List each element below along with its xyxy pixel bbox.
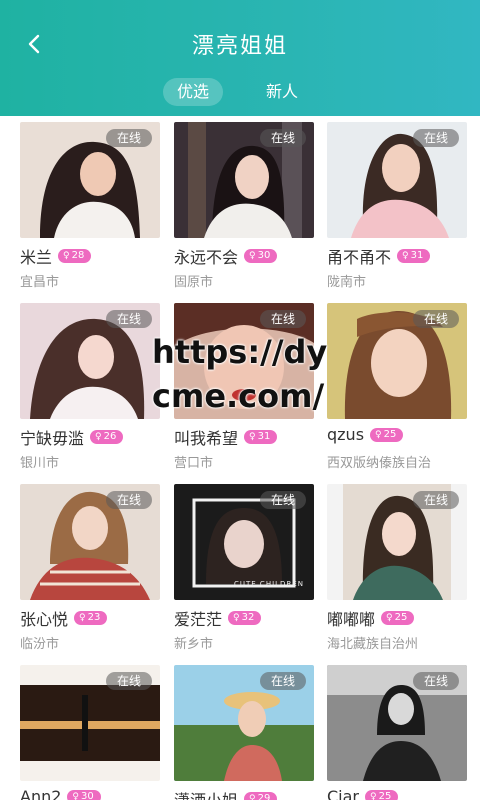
age-value: 25 (383, 428, 397, 440)
profile-city: 固原市 (174, 275, 214, 290)
gender-symbol-icon: ♀ (233, 613, 240, 623)
online-badge: 在线 (105, 310, 152, 328)
tab-bar: 优选 新人 (0, 78, 480, 108)
age-value: 32 (241, 612, 255, 623)
watermark-text: https://dycme.com/ (152, 333, 328, 415)
profile-card[interactable]: 在线 Ann2 ♀ 30 (20, 665, 166, 800)
age-badge: ♀ 25 (370, 427, 404, 442)
age-badge: ♀ 25 (365, 789, 399, 800)
profile-city: 营口市 (174, 456, 214, 471)
profile-grid: 在线 米兰 ♀ 28 宜昌市 在线 永远不会 ♀ 30 固原市 在线 甬不甬不 … (0, 116, 480, 800)
header-bar: 漂亮姐姐 优选 新人 (0, 0, 480, 116)
profile-photo: 在线 CUTE CHILDREN (174, 484, 314, 600)
profile-photo: 在线 (327, 122, 467, 238)
age-value: 26 (103, 431, 117, 442)
age-badge: ♀ 32 (228, 611, 262, 625)
age-value: 31 (410, 250, 424, 261)
profile-card[interactable]: 在线 嘟嘟嘟 ♀ 25 海北藏族自治州 (327, 484, 473, 654)
profile-card[interactable]: 在线 宁缺毋滥 ♀ 26 银川市 (20, 303, 166, 473)
profile-card[interactable]: 在线 CUTE CHILDREN 爱茫茫 ♀ 32 新乡市 (174, 484, 320, 654)
gender-symbol-icon: ♀ (370, 791, 377, 800)
age-value: 28 (71, 250, 85, 261)
profile-city: 银川市 (20, 456, 60, 471)
age-value: 30 (81, 790, 94, 800)
profile-city: 海北藏族自治州 (327, 637, 419, 652)
online-badge: 在线 (105, 672, 152, 690)
age-badge: ♀ 30 (67, 789, 101, 800)
profile-name: 永远不会 (174, 248, 239, 267)
online-badge: 在线 (259, 129, 306, 147)
profile-photo: 在线 (20, 303, 160, 419)
gender-symbol-icon: ♀ (375, 429, 382, 440)
profile-card[interactable]: 在线 qzus ♀ 25 西双版纳傣族自治 (327, 303, 473, 473)
age-badge: ♀ 31 (397, 249, 431, 263)
age-value: 31 (257, 431, 271, 442)
online-badge: 在线 (105, 129, 152, 147)
profile-name: 张心悦 (20, 610, 69, 629)
profile-photo: 在线 (20, 484, 160, 600)
profile-photo: 在线 (174, 665, 314, 781)
online-badge: 在线 (259, 491, 306, 509)
profile-card[interactable]: 在线 永远不会 ♀ 30 固原市 (174, 122, 320, 292)
profile-name: Ann2 (20, 787, 62, 800)
age-value: 29 (257, 793, 271, 800)
profile-photo: 在线 (327, 303, 467, 419)
gender-symbol-icon: ♀ (72, 791, 79, 800)
gender-symbol-icon: ♀ (249, 251, 256, 261)
age-value: 25 (378, 790, 392, 800)
age-badge: ♀ 29 (244, 792, 278, 800)
age-badge: ♀ 31 (244, 430, 278, 444)
profile-city: 宜昌市 (20, 275, 60, 290)
profile-name: 潇洒小姐 (174, 787, 238, 800)
profile-name: 嘟嘟嘟 (327, 610, 376, 629)
age-value: 30 (257, 250, 271, 261)
gender-symbol-icon: ♀ (63, 251, 70, 261)
profile-card[interactable]: 在线 Ciar ♀ 25 (327, 665, 473, 800)
gender-symbol-icon: ♀ (402, 251, 409, 261)
age-value: 23 (87, 612, 101, 623)
profile-name: Ciar (327, 787, 359, 800)
profile-city: 西双版纳傣族自治 (327, 456, 432, 471)
gender-symbol-icon: ♀ (386, 613, 393, 623)
online-badge: 在线 (259, 310, 306, 328)
age-badge: ♀ 28 (58, 249, 92, 263)
profile-name: 宁缺毋滥 (20, 429, 85, 448)
profile-name: qzus (327, 425, 365, 444)
online-badge: 在线 (259, 672, 306, 690)
profile-name: 米兰 (20, 248, 53, 267)
age-badge: ♀ 25 (381, 611, 415, 625)
age-badge: ♀ 23 (74, 611, 108, 625)
profile-city: 临汾市 (20, 637, 60, 652)
gender-symbol-icon: ♀ (249, 432, 256, 442)
age-badge: ♀ 26 (90, 430, 124, 444)
profile-name: 甬不甬不 (327, 248, 392, 267)
page-title: 漂亮姐姐 (191, 34, 288, 59)
gender-symbol-icon: ♀ (95, 432, 102, 442)
online-badge: 在线 (105, 491, 152, 509)
profile-card[interactable]: 在线 米兰 ♀ 28 宜昌市 (20, 122, 166, 292)
tab-new[interactable]: 新人 (266, 78, 298, 106)
profile-city: 新乡市 (174, 637, 214, 652)
gender-symbol-icon: ♀ (249, 794, 256, 800)
profile-photo: 在线 (327, 665, 467, 781)
gender-symbol-icon: ♀ (79, 613, 86, 623)
profile-photo: 在线 (174, 122, 314, 238)
online-badge: 在线 (412, 672, 459, 690)
profile-photo: 在线 (327, 484, 467, 600)
profile-photo: 在线 (20, 665, 160, 781)
profile-card[interactable]: 在线 潇洒小姐 ♀29 (174, 665, 320, 800)
age-value: 25 (394, 612, 408, 623)
photo-caption: CUTE CHILDREN (234, 580, 304, 588)
profile-card[interactable]: 在线 甬不甬不 ♀ 31 陇南市 (327, 122, 473, 292)
online-badge: 在线 (412, 129, 459, 147)
age-badge: ♀ 30 (244, 249, 278, 263)
online-badge: 在线 (412, 310, 459, 328)
profile-name: 叫我希望 (174, 429, 239, 448)
profile-photo: 在线 (20, 122, 160, 238)
profile-name: 爱茫茫 (174, 610, 223, 629)
online-badge: 在线 (412, 491, 459, 509)
tab-featured[interactable]: 优选 (163, 78, 224, 106)
profile-city: 陇南市 (327, 275, 367, 290)
profile-card[interactable]: 在线 张心悦 ♀ 23 临汾市 (20, 484, 166, 654)
